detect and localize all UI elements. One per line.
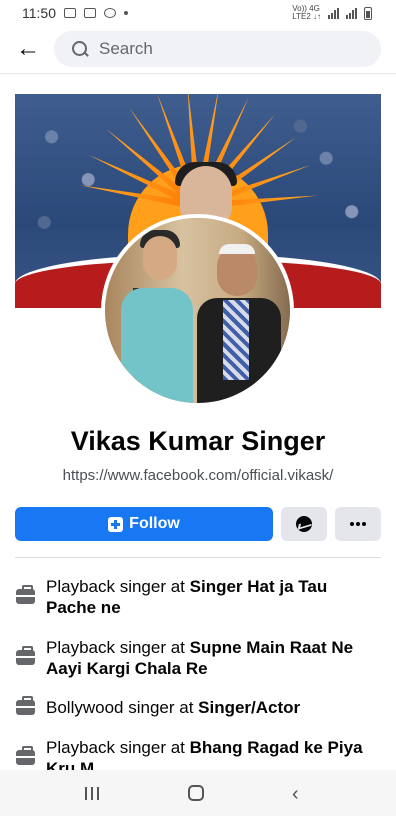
message-notification-icon <box>84 8 96 18</box>
status-left: 11:50 <box>22 5 128 21</box>
system-back-icon[interactable]: ‹ <box>292 783 299 806</box>
home-icon[interactable] <box>188 785 204 801</box>
messenger-button[interactable] <box>281 507 327 541</box>
more-notifications-icon <box>124 11 128 15</box>
briefcase-icon <box>16 696 35 715</box>
profile-name: Vikas Kumar Singer <box>70 426 326 456</box>
messenger-icon <box>296 516 312 532</box>
more-dots-icon <box>356 522 360 526</box>
work-text: Playback singer at Supne Main Raat Ne Aa… <box>46 637 376 679</box>
header-divider <box>0 73 396 74</box>
briefcase-icon <box>16 746 35 765</box>
status-right: Vo)) 4G LTE2 ↓↑ <box>292 5 372 21</box>
work-prefix: Playback singer at <box>46 577 190 596</box>
follow-button[interactable]: Follow <box>15 507 273 541</box>
recent-apps-icon[interactable] <box>85 787 99 800</box>
more-options-button[interactable] <box>335 507 381 541</box>
profile-avatar[interactable] <box>101 214 294 407</box>
back-button[interactable]: ← <box>0 26 56 72</box>
work-text: Bollywood singer at Singer/Actor <box>46 697 376 718</box>
work-prefix: Bollywood singer at <box>46 698 199 717</box>
search-input[interactable] <box>99 39 349 59</box>
status-time: 11:50 <box>22 5 56 21</box>
search-bar[interactable] <box>54 31 381 67</box>
system-nav-bar: ‹ <box>0 770 396 816</box>
network-bottom-label: LTE2 ↓↑ <box>292 12 321 21</box>
app-notification-icon <box>104 8 116 18</box>
gallery-notification-icon <box>64 8 76 18</box>
follow-add-icon <box>108 516 124 532</box>
status-bar: 11:50 Vo)) 4G LTE2 ↓↑ <box>0 0 396 26</box>
search-icon <box>72 40 89 58</box>
avatar-person-left <box>121 288 193 403</box>
follow-label: Follow <box>129 515 180 532</box>
avatar-person-right-hair <box>219 244 255 254</box>
top-header: ← <box>0 26 396 72</box>
work-prefix: Playback singer at <box>46 738 190 757</box>
briefcase-icon <box>16 585 35 604</box>
avatar-person-left-face <box>143 236 177 280</box>
section-divider <box>15 557 381 558</box>
work-text: Playback singer at Singer Hat ja Tau Pac… <box>46 576 376 618</box>
avatar-person-right-shirt <box>223 300 249 380</box>
profile-url[interactable]: https://www.facebook.com/official.vikask… <box>0 467 396 484</box>
battery-icon <box>364 6 372 20</box>
more-dots-icon <box>350 522 354 526</box>
work-place[interactable]: Singer/Actor <box>198 698 300 717</box>
arrow-left-icon: ← <box>16 35 40 62</box>
network-indicator: Vo)) 4G LTE2 ↓↑ <box>292 5 321 21</box>
work-prefix: Playback singer at <box>46 638 190 657</box>
more-dots-icon <box>362 522 366 526</box>
signal-2-icon <box>346 7 357 19</box>
signal-icon <box>328 7 339 19</box>
briefcase-icon <box>16 646 35 665</box>
